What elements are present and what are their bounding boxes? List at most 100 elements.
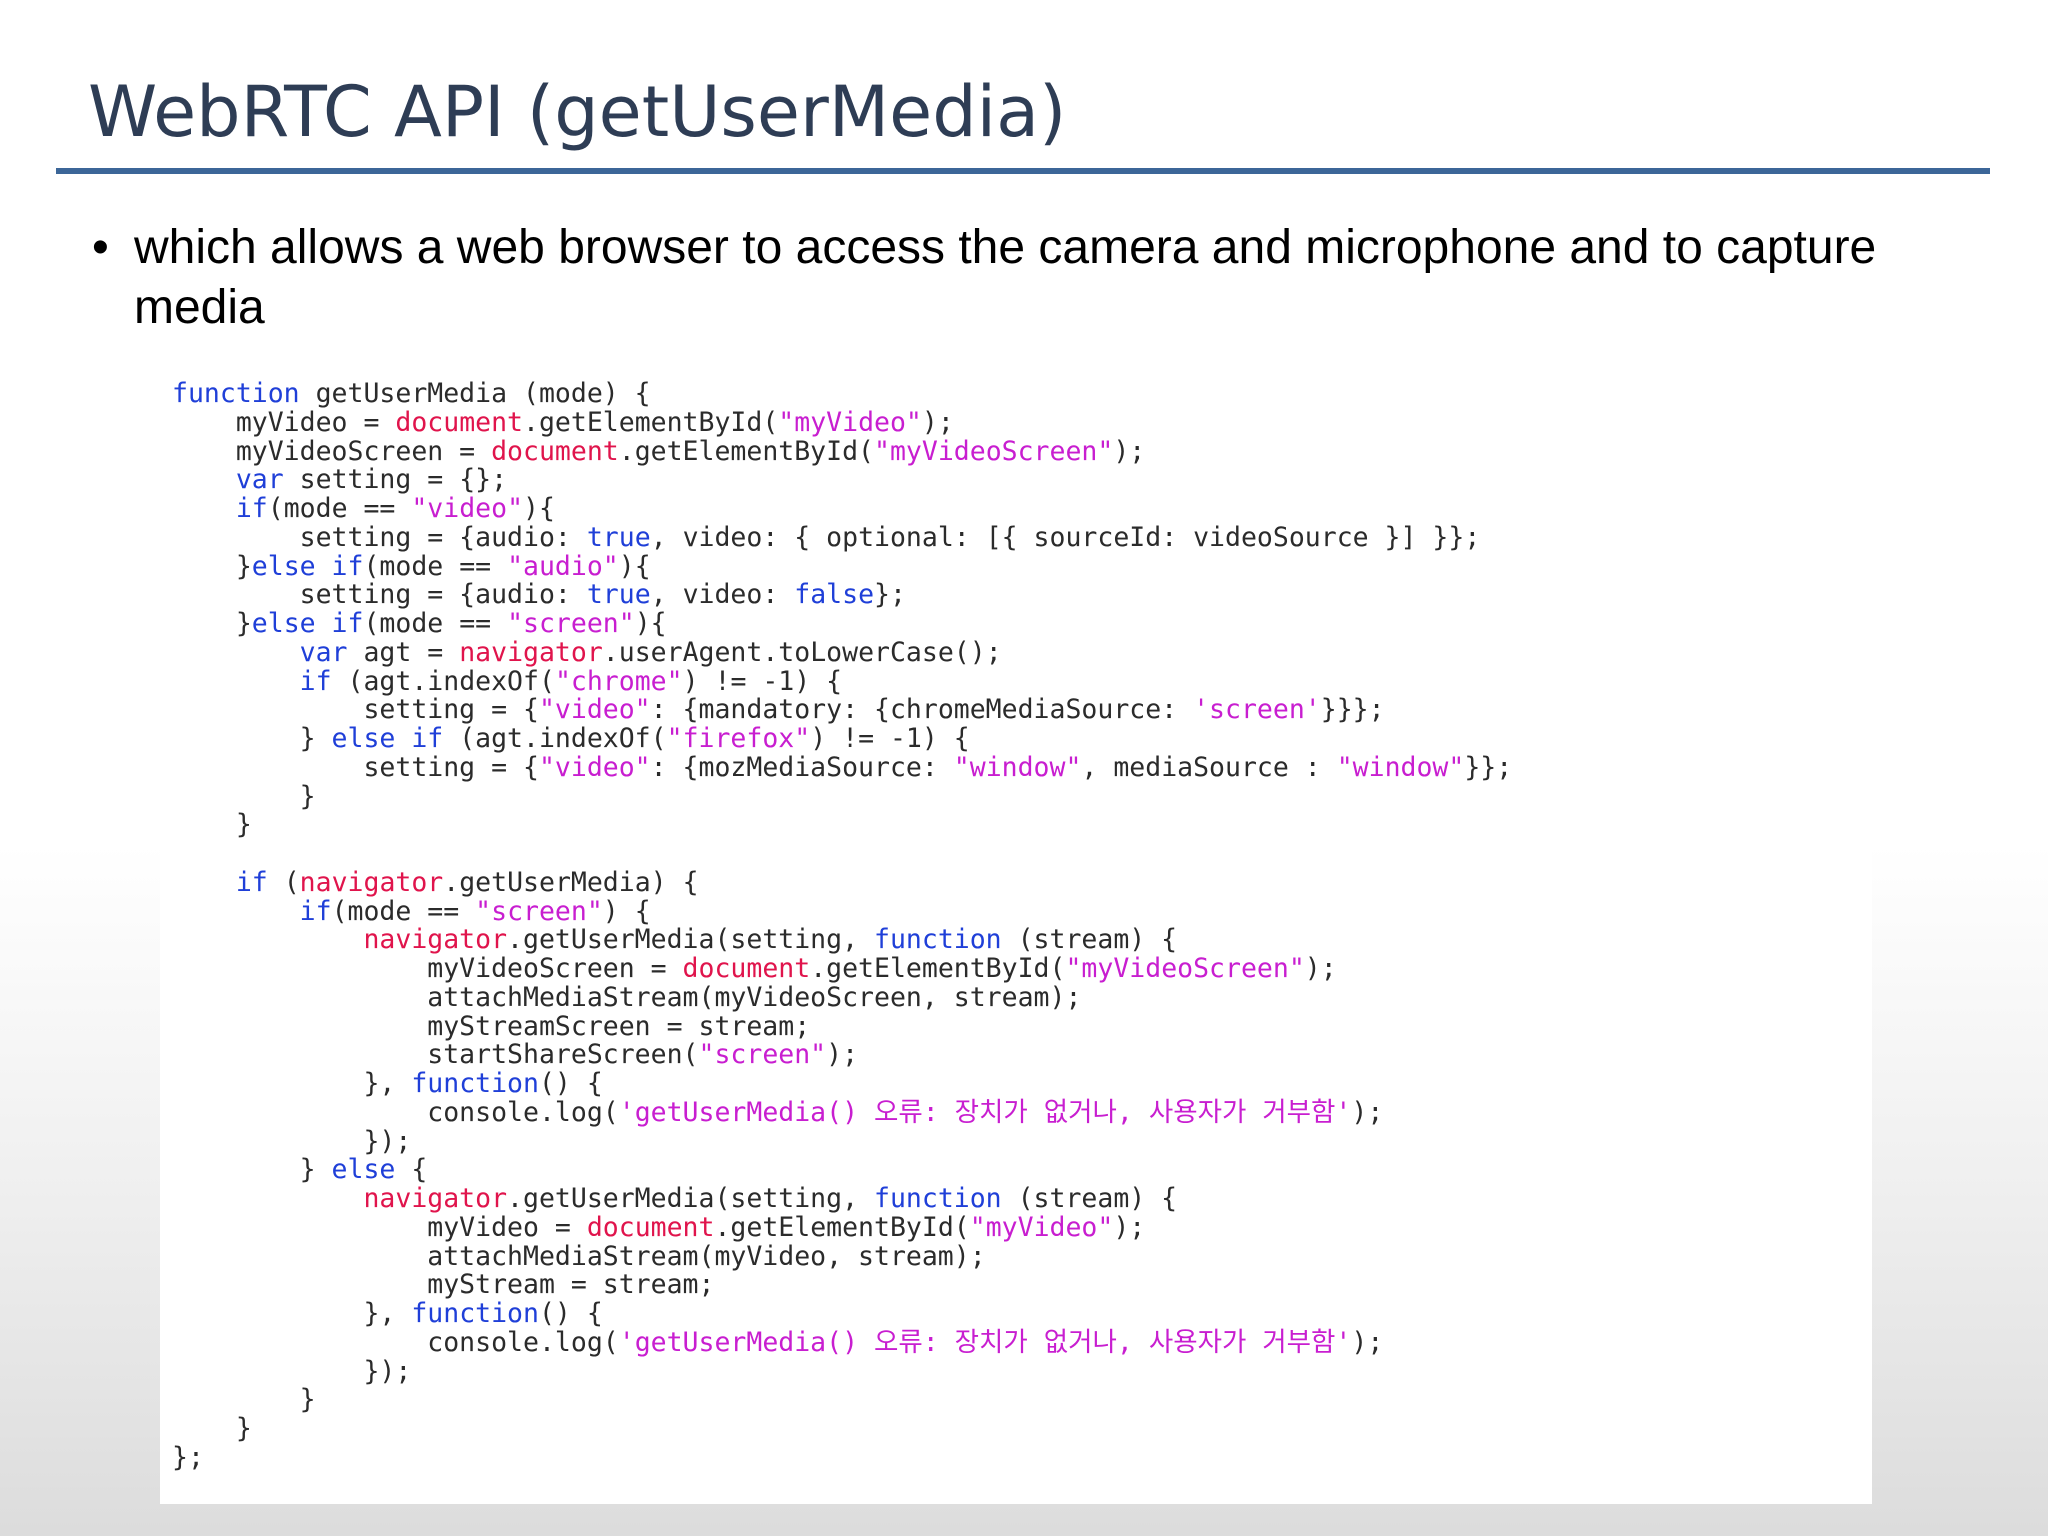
code-text: .userAgent.toLowerCase(); bbox=[602, 636, 1002, 668]
code-line: }else if(mode == "audio"){ bbox=[172, 550, 1512, 582]
code-text: agt = bbox=[347, 636, 460, 668]
code-panel: function getUserMedia (mode) { myVideo =… bbox=[160, 378, 1872, 1504]
code-line: }); bbox=[172, 1125, 1512, 1157]
code-line: if (agt.indexOf("chrome") != -1) { bbox=[172, 665, 1512, 697]
slide-title: WebRTC API (getUserMedia) bbox=[88, 71, 1067, 153]
code-text: ){ bbox=[634, 608, 667, 639]
code-keyword: if bbox=[235, 493, 268, 524]
code-line: }, function() { bbox=[172, 1298, 1512, 1329]
code-string: "video" bbox=[411, 493, 524, 524]
code-text: ) != -1) { bbox=[682, 665, 843, 697]
code-text: setting = {audio: bbox=[172, 579, 587, 611]
code-text: (agt.indexOf( bbox=[443, 723, 667, 754]
code-line: if(mode == "video"){ bbox=[172, 493, 1512, 524]
code-line: }; bbox=[172, 1441, 1512, 1473]
code-text: ); bbox=[1113, 435, 1146, 467]
code-string: 'getUserMedia() 오류: 장치가 없거나, 사용자가 거부함' bbox=[618, 1326, 1352, 1358]
code-string: "screen" bbox=[507, 608, 635, 639]
code-line: navigator.getUserMedia(setting, function… bbox=[172, 924, 1512, 956]
code-line: } else if (agt.indexOf("firefox") != -1)… bbox=[172, 723, 1512, 754]
code-text: (agt.indexOf( bbox=[331, 665, 555, 697]
code-text: : {mandatory: {chromeMediaSource: bbox=[650, 694, 1194, 726]
code-text: }, bbox=[172, 1068, 412, 1099]
code-text: } bbox=[172, 1384, 316, 1416]
code-text: (mode == bbox=[331, 895, 476, 927]
code-text: myVideoScreen = bbox=[172, 435, 492, 467]
code-object: navigator bbox=[363, 924, 508, 956]
code-text: ) != -1) { bbox=[810, 723, 970, 754]
code-text: ){ bbox=[618, 550, 651, 582]
code-text: ); bbox=[1351, 1096, 1384, 1128]
code-text: .getElementById( bbox=[523, 406, 779, 438]
code-text: myVideoScreen = bbox=[172, 953, 683, 984]
code-text: setting = { bbox=[172, 694, 539, 726]
code-text: (mode == bbox=[267, 493, 412, 524]
code-text: .getUserMedia(setting, bbox=[507, 924, 874, 956]
code-object: document bbox=[586, 1211, 715, 1243]
code-keyword: function bbox=[411, 1298, 539, 1329]
code-text: } bbox=[172, 1413, 252, 1444]
slide: WebRTC API (getUserMedia) • which allows… bbox=[0, 0, 2048, 1536]
code-line: myStreamScreen = stream; bbox=[172, 1012, 1512, 1042]
code-text: (stream) { bbox=[1001, 924, 1178, 956]
code-line: myVideoScreen = document.getElementById(… bbox=[172, 953, 1512, 984]
code-keyword: if bbox=[299, 895, 332, 927]
bullet-marker: • bbox=[92, 221, 109, 274]
code-line: function getUserMedia (mode) { bbox=[172, 378, 1512, 409]
code-line: myVideoScreen = document.getElementById(… bbox=[172, 435, 1512, 467]
code-keyword: function bbox=[172, 378, 300, 409]
code-text: ); bbox=[826, 1039, 859, 1071]
code-line: } bbox=[172, 810, 1512, 840]
code-text: ){ bbox=[523, 493, 555, 524]
code-text: ) { bbox=[602, 895, 651, 927]
code-string: "myVideo" bbox=[778, 406, 922, 438]
code-line: var agt = navigator.userAgent.toLowerCas… bbox=[172, 636, 1512, 668]
code-text: setting = {}; bbox=[283, 464, 508, 496]
code-text: .getElementById( bbox=[810, 953, 1066, 984]
code-line: if(mode == "screen") { bbox=[172, 895, 1512, 927]
code-text: }); bbox=[172, 1355, 412, 1387]
code-line: myStream = stream; bbox=[172, 1270, 1512, 1300]
code-object: document bbox=[395, 406, 524, 438]
code-string: "firefox" bbox=[666, 723, 811, 754]
code-text: } bbox=[172, 723, 332, 754]
code-keyword: else if bbox=[331, 723, 444, 754]
code-keyword: if bbox=[235, 866, 268, 898]
code-line: myVideo = document.getElementById("myVid… bbox=[172, 406, 1512, 438]
code-keyword: else bbox=[331, 1154, 396, 1186]
code-text: (mode == bbox=[363, 608, 508, 639]
code-text: }; bbox=[172, 1441, 204, 1473]
code-text: attachMediaStream(myVideo, stream); bbox=[172, 1240, 986, 1272]
code-line: } bbox=[172, 1384, 1512, 1416]
code-text: .getElementById( bbox=[618, 435, 875, 467]
code-text: (stream) { bbox=[1001, 1183, 1178, 1214]
code-keyword: if bbox=[299, 665, 332, 697]
code-object: document bbox=[491, 435, 619, 467]
code-line: console.log('getUserMedia() 오류: 장치가 없거나,… bbox=[172, 1326, 1512, 1358]
code-text: } bbox=[172, 780, 316, 812]
code-line: setting = {"video": {mandatory: {chromeM… bbox=[172, 694, 1512, 726]
bullet-item: • which allows a web browser to access t… bbox=[92, 218, 1952, 338]
code-keyword: false bbox=[794, 579, 875, 611]
code-text: }); bbox=[172, 1125, 412, 1157]
code-string: "myVideo" bbox=[969, 1211, 1114, 1243]
code-text: .getUserMedia) { bbox=[443, 866, 699, 898]
code-object: navigator bbox=[459, 636, 603, 668]
code-text: .getUserMedia(setting, bbox=[507, 1183, 874, 1214]
code-line: setting = {"video": {mozMediaSource: "wi… bbox=[172, 751, 1512, 783]
code-string: "window" bbox=[953, 751, 1082, 783]
code-string: "video" bbox=[538, 751, 651, 783]
code-text: () { bbox=[538, 1298, 603, 1329]
code-string: "window" bbox=[1336, 751, 1465, 783]
code-line: } bbox=[172, 780, 1512, 812]
title-underline bbox=[56, 168, 1990, 174]
code-line: } else { bbox=[172, 1154, 1512, 1186]
code-text: setting = { bbox=[172, 751, 539, 783]
code-keyword: var bbox=[235, 464, 284, 496]
code-keyword: true bbox=[586, 579, 651, 611]
